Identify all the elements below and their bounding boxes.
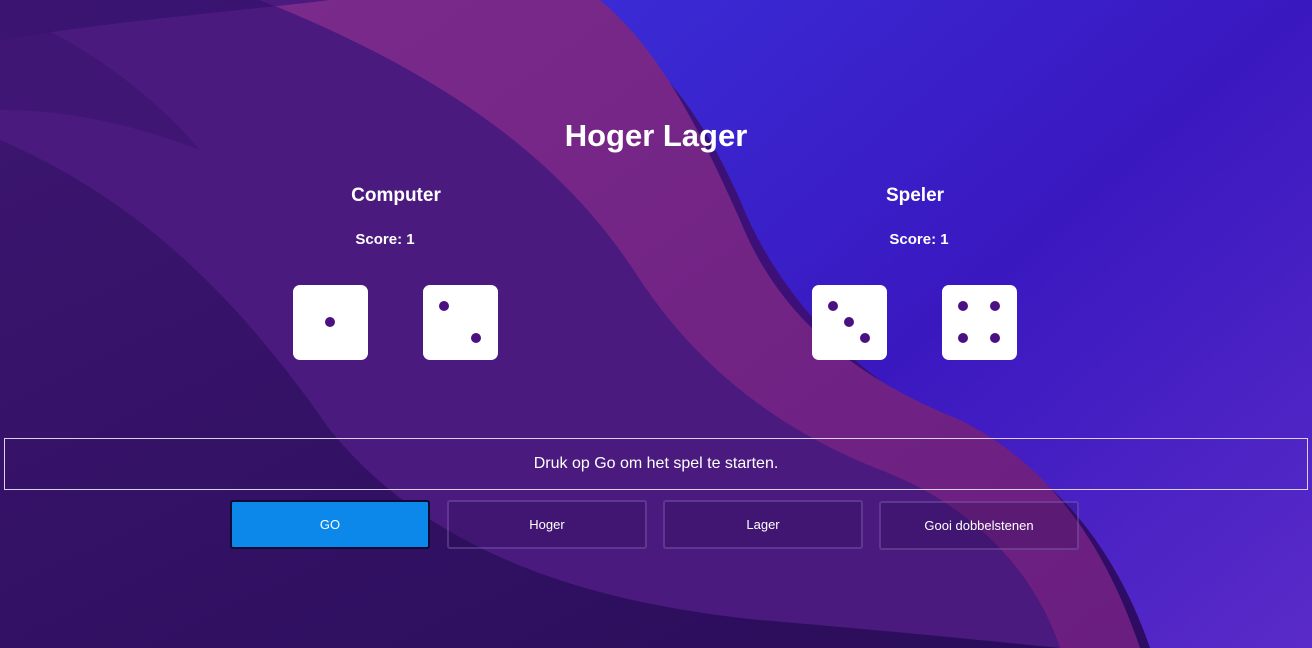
player-score: Score: 1 xyxy=(889,231,949,248)
status-message: Druk op Go om het spel te starten. xyxy=(533,455,779,472)
die-pip xyxy=(860,333,870,343)
die-pip xyxy=(958,301,968,311)
player-name: Speler xyxy=(885,185,945,206)
die-pip xyxy=(471,333,481,343)
die-pip xyxy=(844,317,854,327)
die-pip xyxy=(958,333,968,343)
computer-score: Score: 1 xyxy=(355,231,415,248)
computer-die-2 xyxy=(423,285,498,360)
die-pip xyxy=(325,317,335,327)
page-title: Hoger Lager xyxy=(564,118,748,153)
player-die-2 xyxy=(942,285,1017,360)
higher-button[interactable]: Hoger xyxy=(447,500,647,549)
die-pip xyxy=(990,333,1000,343)
player-die-1 xyxy=(812,285,887,360)
computer-name: Computer xyxy=(351,185,441,206)
die-pip xyxy=(828,301,838,311)
computer-die-1 xyxy=(293,285,368,360)
lower-button[interactable]: Lager xyxy=(663,500,863,549)
roll-dice-button[interactable]: Gooi dobbelstenen xyxy=(879,501,1079,550)
die-pip xyxy=(439,301,449,311)
go-button[interactable]: GO xyxy=(230,500,430,549)
status-message-box: Druk op Go om het spel te starten. xyxy=(4,438,1308,490)
die-pip xyxy=(990,301,1000,311)
